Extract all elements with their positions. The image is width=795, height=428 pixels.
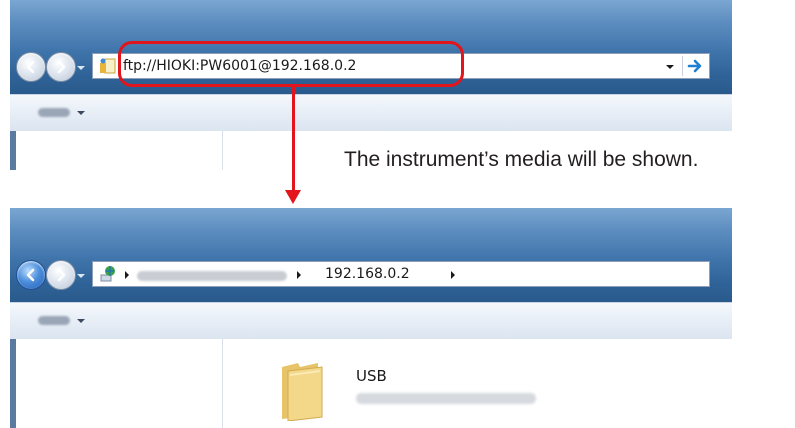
organize-menu[interactable]	[38, 106, 85, 120]
folder-name[interactable]: USB	[356, 367, 387, 385]
history-dropdown-icon[interactable]	[76, 271, 86, 281]
explorer-window-after: 192.168.0.2 USB	[10, 208, 732, 428]
ftp-page-icon	[100, 58, 116, 74]
organize-label-blurred	[38, 316, 70, 325]
navigation-pane[interactable]	[10, 339, 223, 428]
folder-icon[interactable]	[278, 361, 326, 421]
history-dropdown-icon[interactable]	[76, 63, 86, 73]
forward-arrow-icon	[57, 60, 66, 74]
command-toolbar	[10, 302, 732, 340]
address-dropdown-icon[interactable]	[665, 62, 675, 72]
breadcrumb-separator-icon[interactable]	[449, 270, 457, 280]
network-globe-icon	[100, 266, 115, 282]
transition-arrow-line	[292, 87, 295, 197]
window-chrome: 192.168.0.2	[10, 208, 732, 302]
content-area: USB	[10, 339, 732, 428]
forward-button[interactable]	[46, 52, 76, 82]
organize-label-blurred	[38, 108, 70, 117]
breadcrumb-blurred-item[interactable]	[137, 271, 287, 281]
organize-menu[interactable]	[38, 314, 85, 328]
chevron-down-icon	[77, 319, 85, 323]
forward-button[interactable]	[46, 260, 76, 290]
breadcrumb-item-ip[interactable]: 192.168.0.2	[325, 266, 410, 282]
folder-type-blurred	[356, 393, 536, 404]
address-bar[interactable]: 192.168.0.2	[92, 261, 710, 287]
command-toolbar	[10, 94, 732, 132]
arrow-right-icon	[687, 59, 702, 73]
breadcrumb-separator-icon[interactable]	[295, 270, 303, 280]
caption-text: The instrument’s media will be shown.	[344, 148, 699, 171]
forward-arrow-icon	[57, 268, 66, 282]
back-arrow-icon	[26, 60, 35, 74]
go-button[interactable]	[682, 56, 707, 76]
navigation-pane[interactable]	[10, 131, 223, 170]
chevron-down-icon	[77, 111, 85, 115]
back-button[interactable]	[16, 260, 46, 290]
navigation-row: 192.168.0.2	[10, 254, 732, 294]
breadcrumb-separator-icon[interactable]	[123, 270, 131, 280]
transition-arrow-head	[285, 190, 301, 204]
back-button[interactable]	[16, 52, 46, 82]
back-arrow-icon	[26, 268, 35, 282]
address-callout	[118, 41, 464, 87]
